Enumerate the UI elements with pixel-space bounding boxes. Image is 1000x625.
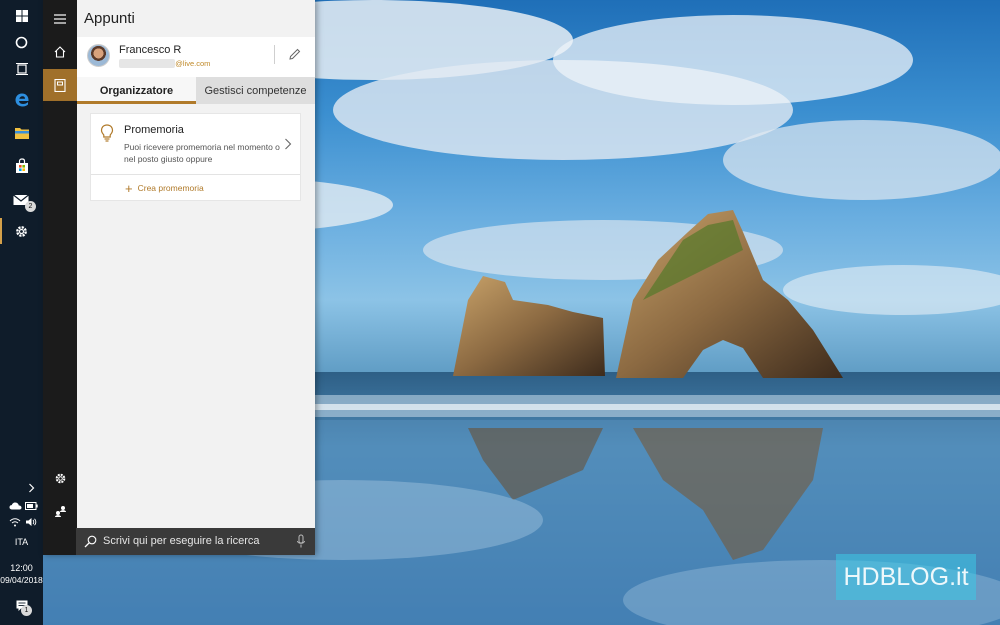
chevron-right-icon (285, 138, 292, 150)
cloud-icon (9, 502, 21, 510)
onedrive-button[interactable] (8, 500, 22, 512)
mail-button[interactable]: 2 (0, 183, 43, 215)
search-input[interactable]: Scrivi qui per eseguire la ricerca (103, 535, 260, 547)
wifi-icon (9, 518, 21, 527)
search-box[interactable]: Scrivi qui per eseguire la ricerca (76, 528, 315, 555)
gear-icon (16, 225, 27, 237)
cortana-rail (43, 0, 77, 555)
pencil-icon (289, 48, 301, 60)
create-reminder-button[interactable]: + Crea promemoria (125, 180, 204, 196)
battery-icon (24, 502, 38, 510)
edit-account-button[interactable] (287, 46, 303, 62)
chevron-right-icon (28, 483, 34, 493)
battery-button[interactable] (24, 500, 38, 512)
settings-button[interactable] (0, 215, 43, 247)
cortana-panel: Appunti Francesco R xxxxxxxxxxxxxxx@live… (43, 0, 315, 555)
tab-bar: Organizzatore Gestisci competenze (77, 77, 315, 104)
task-view-button[interactable] (0, 53, 43, 85)
tab-gestisci-competenze[interactable]: Gestisci competenze (196, 77, 315, 104)
mail-count-badge: 2 (25, 201, 36, 212)
panel-settings-button[interactable] (43, 462, 77, 494)
user-email: xxxxxxxxxxxxxxx@live.com (119, 59, 210, 68)
edge-button[interactable] (0, 84, 43, 116)
lightbulb-icon (100, 124, 114, 142)
notebook-content: Appunti Francesco R xxxxxxxxxxxxxxx@live… (77, 0, 315, 528)
home-button[interactable] (43, 36, 77, 68)
file-explorer-button[interactable] (0, 117, 43, 149)
input-language-indicator[interactable]: ITA (0, 537, 43, 547)
folder-icon (14, 128, 29, 139)
volume-button[interactable] (24, 516, 38, 528)
home-icon (54, 46, 66, 58)
task-view-icon (15, 63, 28, 75)
hamburger-menu-button[interactable] (43, 3, 77, 35)
gear-icon (55, 473, 65, 483)
user-name: Francesco R (119, 44, 182, 56)
clock-date[interactable]: 09/04/2018 (0, 575, 43, 585)
user-email-domain: @live.com (175, 59, 211, 68)
notification-count-badge: 1 (21, 605, 32, 616)
feedback-icon (54, 505, 66, 517)
notebook-icon (54, 78, 66, 92)
page-title: Appunti (84, 10, 135, 27)
reminders-card[interactable]: Promemoria Puoi ricevere promemoria nel … (90, 113, 301, 201)
card-title: Promemoria (124, 124, 184, 136)
store-button[interactable] (0, 150, 43, 182)
avatar (87, 44, 110, 67)
edge-icon (15, 93, 29, 107)
create-reminder-label: Crea promemoria (137, 183, 204, 193)
show-hidden-icons-button[interactable] (25, 482, 37, 494)
hamburger-icon (54, 14, 66, 24)
windows-logo-icon (15, 10, 28, 22)
taskbar: 2 ITA 12:00 09/04/2018 1 (0, 0, 43, 625)
tab-organizzatore[interactable]: Organizzatore (77, 77, 196, 104)
user-account-bar[interactable]: Francesco R xxxxxxxxxxxxxxx@live.com (77, 37, 315, 77)
cortana-circle-icon (15, 36, 28, 48)
plus-icon: + (125, 180, 133, 196)
speaker-icon (26, 518, 37, 526)
clock-time[interactable]: 12:00 (0, 563, 43, 573)
divider (91, 174, 300, 175)
network-button[interactable] (8, 516, 22, 528)
divider (274, 45, 275, 64)
feedback-button[interactable] (43, 494, 77, 526)
microphone-icon[interactable] (296, 534, 306, 549)
store-bag-icon (15, 158, 28, 173)
card-description: Puoi ricevere promemoria nel momento o n… (124, 142, 280, 164)
watermark-logo: HDBLOG.it (836, 554, 976, 600)
notebook-button[interactable] (43, 69, 77, 101)
search-icon (84, 535, 97, 548)
